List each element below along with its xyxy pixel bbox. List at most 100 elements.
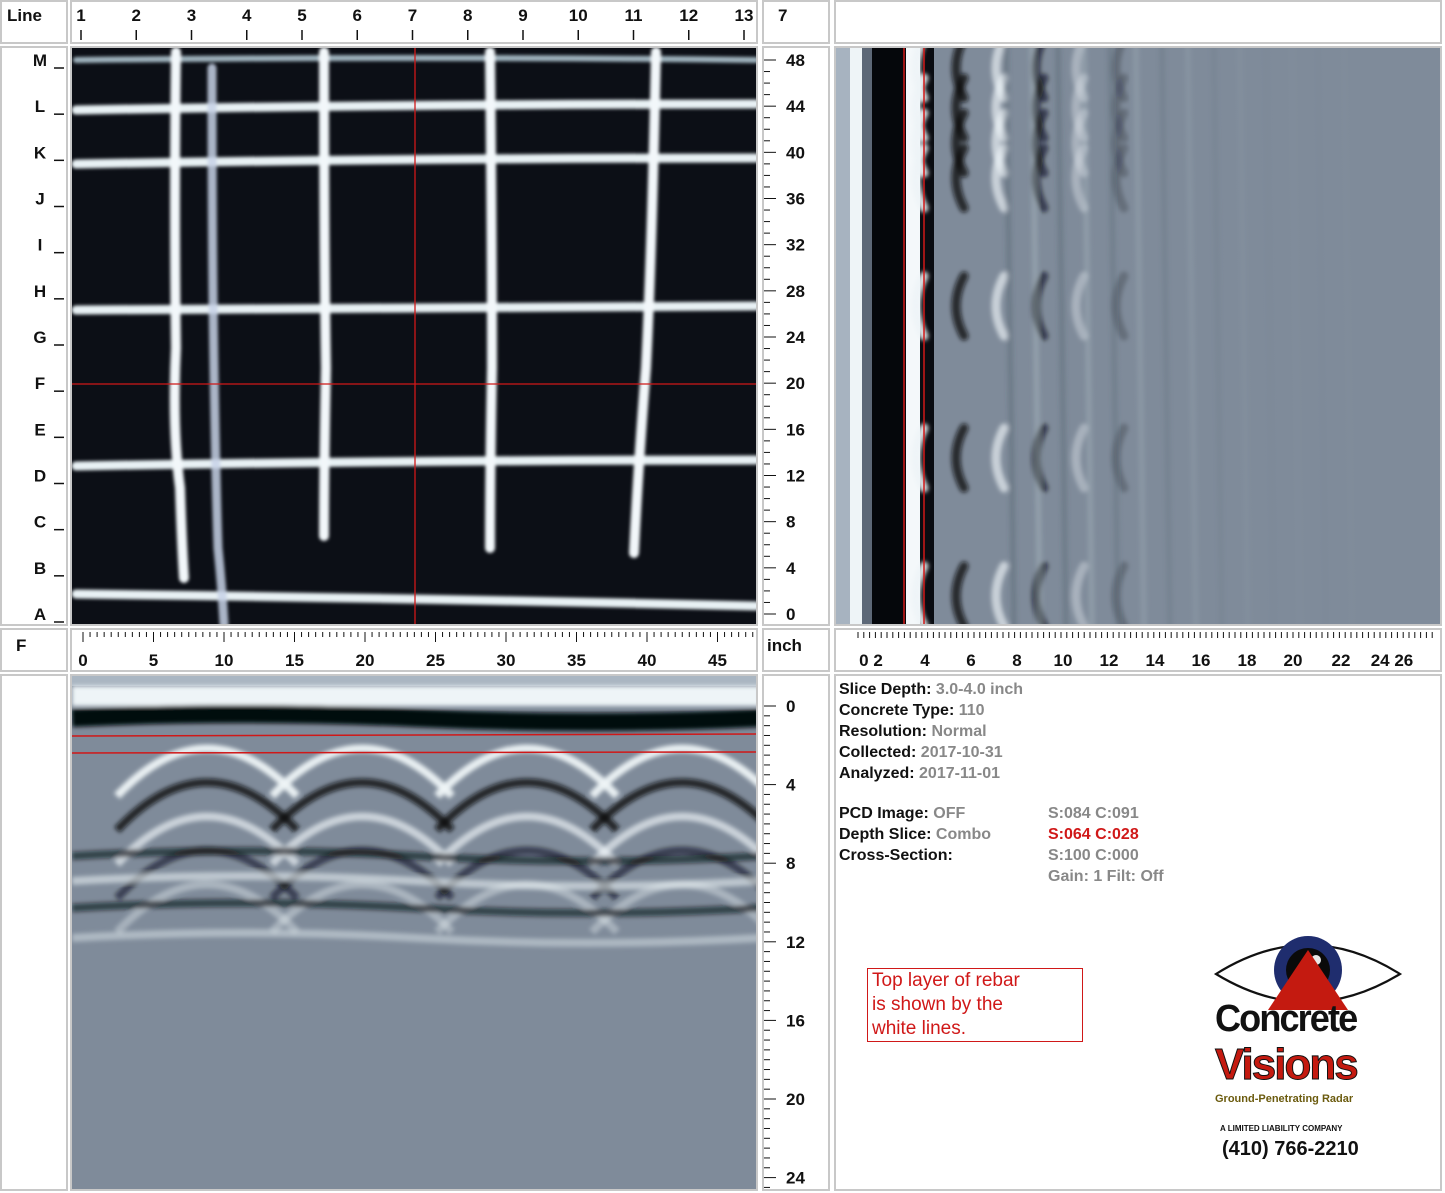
line-header-cell: Line [0,0,68,44]
ruler-label: 10 [215,651,234,670]
ruler-label: 7 [408,6,417,25]
pcd-sc-value: S:084 C:091 [1048,805,1139,822]
ruler-label: 12 [679,6,698,25]
cross-section-depth-ruler: 0 4 8 12 16 20 24 [762,674,830,1191]
depth-label: 0 2 [859,651,883,670]
depth-slice-sc-value: S:064 C:028 [1048,826,1139,843]
row-label: L [35,97,45,116]
annotation-note: Top layer of rebar is shown by the white… [867,968,1083,1042]
depth-label: 4 [786,559,796,578]
depth-label: 48 [786,51,805,70]
depth-label: 0 [786,605,795,624]
slice-depth-row: Slice Depth: 3.0-4.0 inch [839,681,1024,698]
cross-section-radargram[interactable] [70,674,758,1191]
depth-label: 4 [786,776,796,795]
depth-selector-value: 7 [778,6,788,25]
row-label: B [34,559,46,578]
depth-label: 16 [786,1011,805,1030]
row-label: E [34,420,45,439]
pcd-image-row: PCD Image: OFF [839,805,966,822]
ruler-label: 9 [518,6,527,25]
ruler-label: 4 [242,6,252,25]
logo-wordmark-concrete: Concrete [1215,998,1358,1040]
unit-label: inch [767,636,802,655]
bottom-left-blank [0,674,68,1191]
depth-label: 24 [786,1169,805,1188]
ruler-label: 35 [567,651,586,670]
depth-label: 28 [786,282,805,301]
ruler-label: 20 [356,651,375,670]
ruler-label: 25 [426,651,445,670]
ruler-label: 2 [132,6,141,25]
depth-label: 44 [786,97,805,116]
logo-wordmark-visions: Visions [1215,1040,1360,1090]
depth-label: 20 [786,374,805,393]
depth-label: 6 [966,651,975,670]
line-profile-radargram[interactable] [834,46,1442,626]
row-label: H [34,282,46,301]
rebar-line [485,48,498,553]
depth-label: 0 [786,697,795,716]
analyzed-row: Analyzed: 2017-11-01 [839,765,1000,782]
note-line-1: Top layer of rebar [872,970,1020,991]
ruler-label: 8 [463,6,472,25]
plan-view-depth-slice[interactable] [70,46,758,626]
top-ruler: 1 2 3 4 5 6 7 8 9 10 11 12 13 [70,0,758,44]
ruler-label: 6 [353,6,362,25]
rebar-line [72,589,756,611]
depth-label: 8 [1012,651,1021,670]
row-label: C [34,513,46,532]
depth-label: 14 [1146,651,1165,670]
unit-cell: inch [762,628,830,672]
depth-label: 36 [786,190,805,209]
depth-label: 24 26 [1371,651,1414,670]
resolution-row: Resolution: Normal [839,723,987,740]
depth-label: 40 [786,143,805,162]
ruler-label: 15 [285,651,304,670]
row-label: M [33,51,47,70]
row-label-ruler: M L K J I H G F E D C B A [0,46,68,626]
section-line-label: F [16,636,27,655]
depth-label: 32 [786,236,805,255]
depth-selector-box[interactable]: 7 [762,0,830,44]
row-label: K [34,143,47,162]
depth-label: 12 [786,467,805,486]
depth-label: 10 [1054,651,1073,670]
company-logo: Concrete Visions Ground-Penetrating Rada… [1212,934,1412,1174]
ruler-label: 3 [187,6,196,25]
row-label: I [38,236,43,255]
depth-label: 22 [1332,651,1351,670]
note-line-3: white lines. [872,1018,966,1039]
ruler-label: 1 [76,6,85,25]
row-label: F [35,374,45,393]
row-label: A [34,605,46,624]
ruler-label: 5 [149,651,158,670]
ruler-label: 30 [497,651,516,670]
row-label: J [35,190,44,209]
depth-label: 12 [1100,651,1119,670]
row-label: G [33,328,46,347]
depth-label: 8 [786,513,795,532]
company-phone: (410) 766-2210 [1222,1138,1359,1160]
rebar-line [169,48,189,583]
top-right-blank [834,0,1442,44]
ruler-label: 13 [735,6,754,25]
depth-label: 16 [786,420,805,439]
depth-axis-ruler: 0 2 4 6 8 10 12 14 16 18 20 22 24 26 [834,628,1442,672]
ruler-label: 11 [625,6,643,25]
rebar-line [207,63,229,624]
depth-label: 20 [786,1090,805,1109]
ruler-label: 45 [708,651,727,670]
scan-info-panel: Slice Depth: 3.0-4.0 inch Concrete Type:… [834,674,1442,1191]
depth-slice-row: Depth Slice: Combo [839,826,992,843]
gain-filter-value: Gain: 1 Filt: Off [1048,868,1164,885]
row-label: D [34,467,46,486]
depth-label: 12 [786,933,805,952]
cross-section-sc-value: S:100 C:000 [1048,847,1139,864]
depth-marker-line [72,751,756,754]
depth-label: 4 [920,651,930,670]
note-line-2: is shown by the [872,994,1003,1015]
collected-row: Collected: 2017-10-31 [839,744,1003,761]
bottom-ruler: 0 5 10 15 20 25 30 35 40 45 [70,628,758,672]
plan-depth-ruler: 48 44 40 36 32 28 24 20 16 12 8 4 0 [762,46,830,626]
